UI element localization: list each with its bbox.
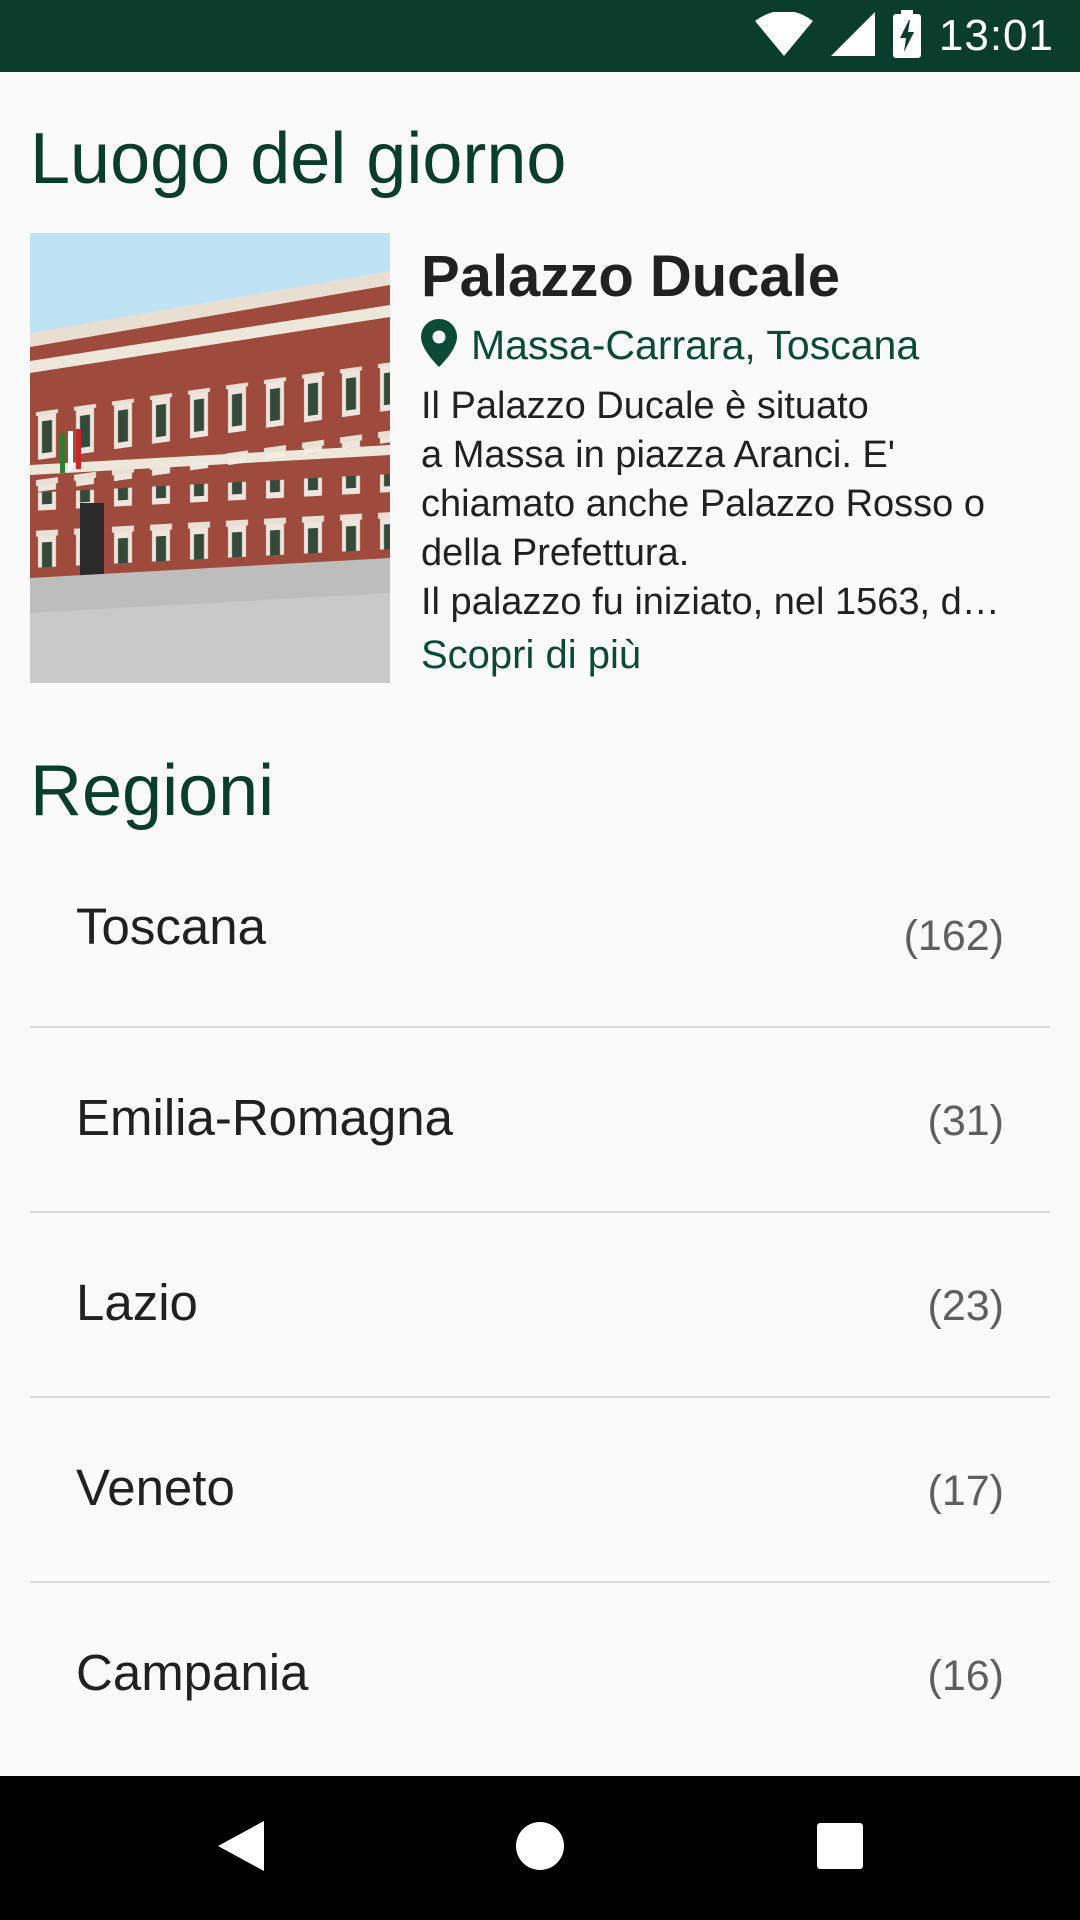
region-count: (23) — [927, 1282, 1004, 1330]
back-icon — [218, 1820, 264, 1876]
list-item[interactable]: Campania (16) — [30, 1583, 1050, 1766]
regions-title: Regioni — [30, 751, 275, 831]
place-name: Palazzo Ducale — [421, 244, 841, 309]
region-name: Campania — [76, 1644, 309, 1701]
description-line: Il palazzo fu iniziato, nel 1563, d… — [421, 580, 1000, 623]
region-count: (31) — [927, 1097, 1004, 1145]
list-item[interactable]: Toscana (162) — [30, 843, 1050, 1028]
description-line: della Prefettura. — [421, 531, 690, 574]
region-count: (17) — [927, 1467, 1004, 1515]
region-name: Emilia-Romagna — [76, 1089, 453, 1146]
place-of-day-card[interactable]: Palazzo Ducale Massa-Carrara, Toscana Il… — [30, 233, 1050, 683]
place-description: Il Palazzo Ducale è situato a Massa in p… — [421, 382, 1061, 627]
description-line: a Massa in piazza Aranci. E' — [421, 433, 896, 476]
map-pin-icon — [421, 318, 457, 372]
status-icons: 13:01 — [754, 0, 1054, 72]
region-name: Lazio — [76, 1274, 198, 1331]
region-name: Veneto — [76, 1459, 235, 1516]
discover-more-link[interactable]: Scopri di più — [421, 633, 641, 678]
status-time: 13:01 — [938, 11, 1054, 60]
place-location-text: Massa-Carrara, Toscana — [471, 321, 920, 368]
place-image[interactable] — [30, 233, 390, 683]
place-info: Palazzo Ducale Massa-Carrara, Toscana Il… — [421, 233, 1071, 678]
list-item[interactable]: Veneto (17) — [30, 1398, 1050, 1583]
battery-charging-icon — [892, 9, 921, 63]
recents-button[interactable] — [780, 1776, 900, 1920]
home-button[interactable] — [480, 1776, 600, 1920]
cell-signal-icon — [830, 11, 875, 61]
place-of-day-title: Luogo del giorno — [30, 119, 567, 199]
description-line: Il Palazzo Ducale è situato — [421, 384, 869, 427]
region-list: Toscana (162) Emilia-Romagna (31) Lazio … — [30, 843, 1050, 1766]
list-item[interactable]: Lazio (23) — [30, 1213, 1050, 1398]
description-line: chiamato anche Palazzo Rosso o — [421, 482, 985, 525]
status-bar: 13:01 — [0, 0, 1080, 72]
region-count: (16) — [927, 1652, 1004, 1700]
region-name: Toscana — [76, 898, 266, 955]
recents-icon — [817, 1822, 863, 1874]
wifi-icon — [754, 10, 813, 61]
back-button[interactable] — [181, 1776, 301, 1920]
place-location: Massa-Carrara, Toscana — [421, 318, 1071, 372]
navigation-bar — [0, 1776, 1080, 1920]
home-icon — [515, 1821, 565, 1876]
list-item[interactable]: Emilia-Romagna (31) — [30, 1028, 1050, 1213]
region-count: (162) — [903, 912, 1004, 960]
